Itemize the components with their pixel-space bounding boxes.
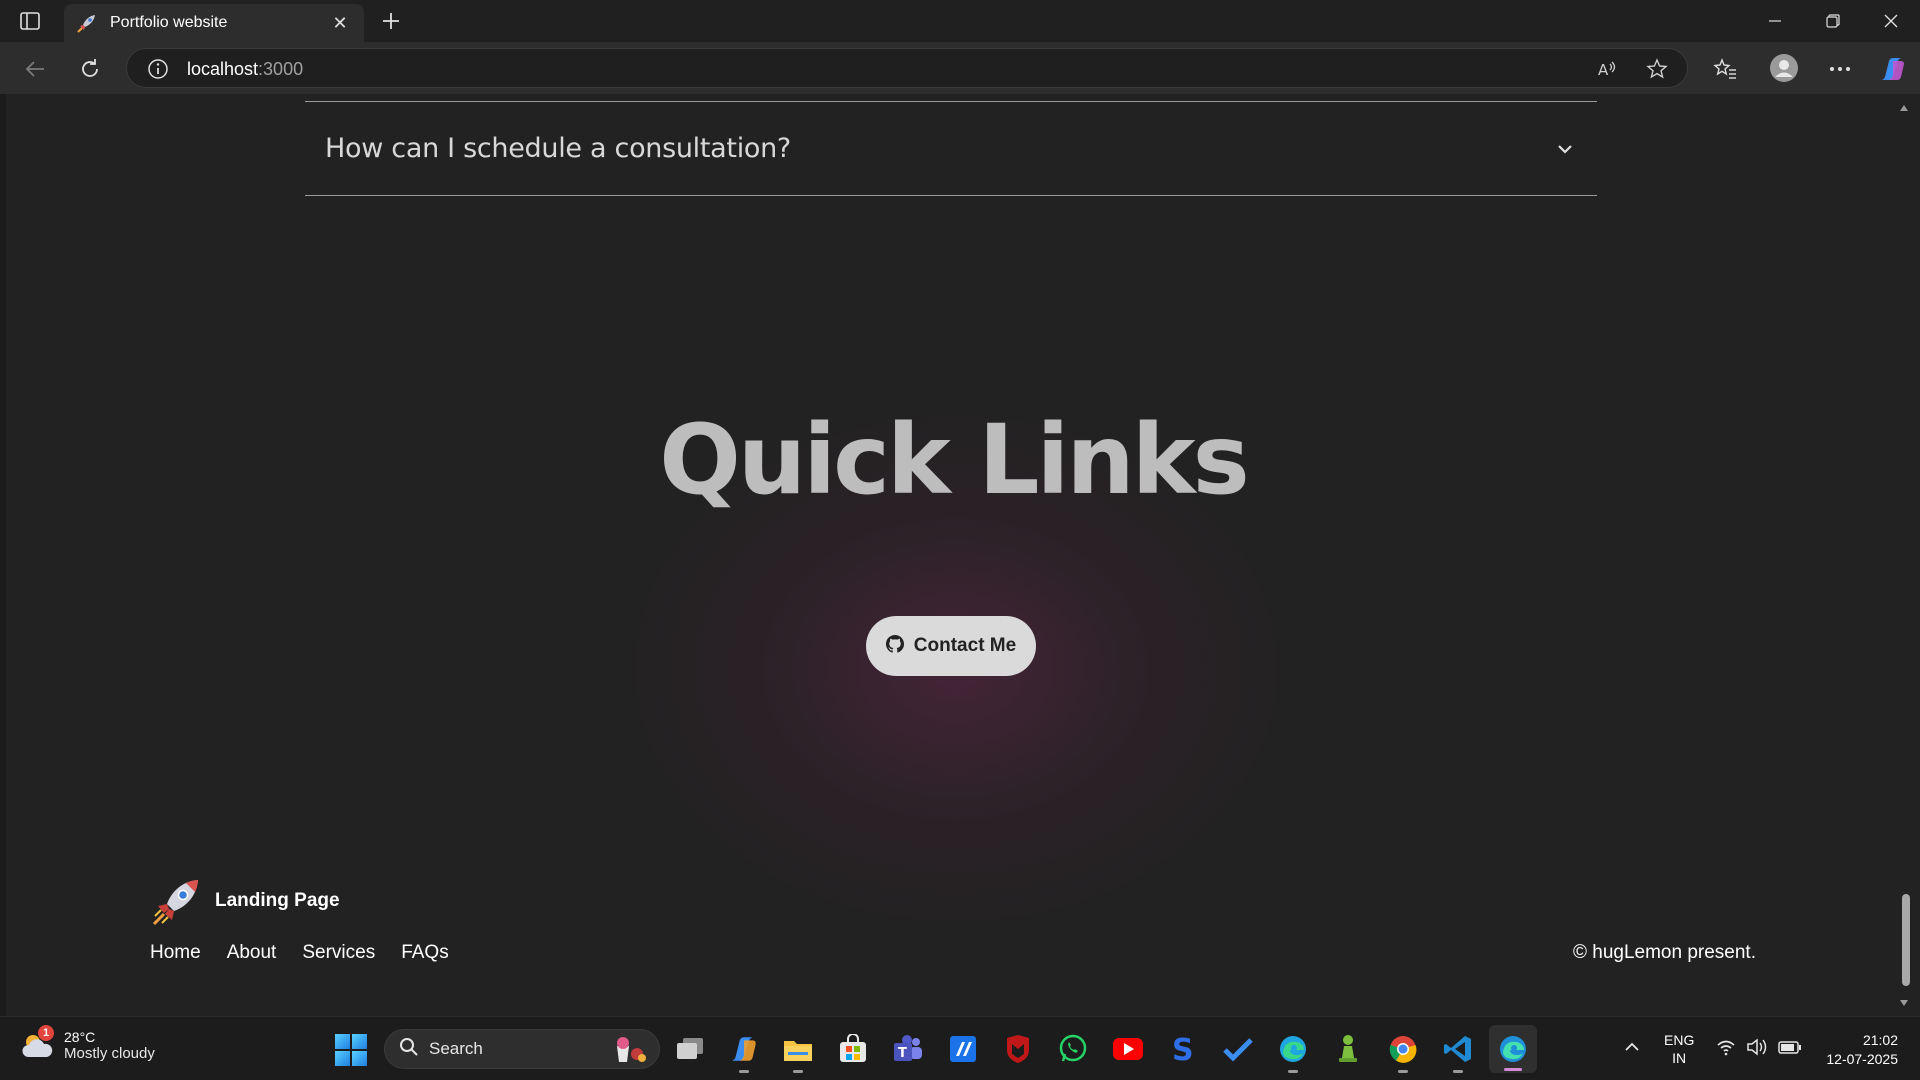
weather-widget[interactable]: 1 28°C Mostly cloudy bbox=[20, 1025, 155, 1063]
browser-tab-bar: Portfolio website ✕ bbox=[0, 0, 1920, 42]
youtube-icon[interactable] bbox=[1110, 1031, 1146, 1067]
clock-date: 12-07-2025 bbox=[1826, 1051, 1898, 1067]
address-bar[interactable]: localhost:3000 A bbox=[126, 48, 1688, 88]
svg-text:S: S bbox=[1172, 1034, 1194, 1064]
footer-copyright: © hugLemon present. bbox=[1572, 942, 1756, 963]
url-host: localhost bbox=[187, 59, 259, 79]
section-title: Quick Links bbox=[659, 404, 1249, 516]
skype-s-icon[interactable]: S bbox=[1165, 1031, 1201, 1067]
taskbar-search[interactable]: Search bbox=[384, 1029, 660, 1069]
tab-title: Portfolio website bbox=[110, 14, 228, 31]
page-scrollbar[interactable] bbox=[1900, 94, 1920, 1016]
search-icon bbox=[399, 1037, 419, 1062]
mcafee-icon[interactable] bbox=[1000, 1031, 1036, 1067]
tab-close-icon[interactable]: ✕ bbox=[328, 11, 352, 35]
new-tab-icon[interactable] bbox=[378, 8, 404, 34]
windows-start-icon[interactable] bbox=[334, 1033, 368, 1067]
windows-taskbar: 1 28°C Mostly cloudy Search T S ENG IN 2… bbox=[0, 1016, 1920, 1080]
github-icon bbox=[885, 634, 904, 658]
teams-icon[interactable]: T bbox=[890, 1031, 926, 1067]
app-running-indicator bbox=[793, 1070, 803, 1073]
footer-link-about[interactable]: About bbox=[227, 942, 277, 964]
back-icon[interactable] bbox=[20, 54, 50, 84]
taskbar-clock[interactable]: 21:02 12-07-2025 bbox=[1826, 1031, 1898, 1069]
copilot-app-icon[interactable] bbox=[726, 1031, 762, 1073]
cloudy-weather-icon: 1 bbox=[20, 1025, 56, 1063]
file-explorer-icon[interactable] bbox=[780, 1031, 816, 1073]
faq-question: How can I schedule a consultation? bbox=[325, 133, 791, 164]
wifi-icon[interactable] bbox=[1716, 1037, 1736, 1062]
clock-time: 21:02 bbox=[1862, 1032, 1898, 1048]
app-running-indicator bbox=[1453, 1070, 1463, 1073]
minimize-icon[interactable] bbox=[1746, 0, 1804, 42]
todo-icon[interactable] bbox=[1220, 1031, 1256, 1067]
task-view-icon[interactable] bbox=[672, 1031, 708, 1067]
lang-secondary: IN bbox=[1672, 1050, 1687, 1066]
favorite-star-icon[interactable] bbox=[1645, 57, 1669, 81]
lang-primary: ENG bbox=[1664, 1032, 1695, 1048]
app-running-indicator bbox=[1398, 1070, 1408, 1073]
contact-button-label: Contact Me bbox=[913, 635, 1017, 656]
weather-temp: 28°C bbox=[64, 1028, 96, 1045]
url-text[interactable]: localhost:3000 bbox=[187, 59, 303, 80]
footer-link-home[interactable]: Home bbox=[150, 942, 201, 964]
chevron-down-icon[interactable] bbox=[1553, 137, 1577, 161]
page-viewport: How can I schedule a consultation? Quick… bbox=[6, 94, 1900, 1016]
profile-avatar-icon[interactable] bbox=[1768, 52, 1800, 84]
edge-dev-icon[interactable] bbox=[1489, 1025, 1537, 1073]
microsoft-store-icon[interactable] bbox=[835, 1031, 871, 1067]
volume-icon[interactable] bbox=[1746, 1037, 1768, 1062]
restore-icon[interactable] bbox=[1804, 0, 1862, 42]
close-window-icon[interactable] bbox=[1862, 0, 1920, 42]
battery-icon[interactable] bbox=[1778, 1037, 1802, 1062]
tab-portfolio[interactable]: Portfolio website ✕ bbox=[64, 4, 364, 42]
contact-me-button[interactable]: Contact Me bbox=[866, 616, 1036, 676]
read-aloud-icon[interactable]: A bbox=[1595, 57, 1619, 81]
footer-nav: Home About Services FAQs bbox=[150, 942, 449, 964]
url-port: :3000 bbox=[258, 59, 304, 79]
rocket-icon bbox=[76, 12, 98, 34]
footer-link-services[interactable]: Services bbox=[302, 942, 375, 964]
faq-item[interactable]: How can I schedule a consultation? bbox=[305, 102, 1597, 196]
chess-icon[interactable] bbox=[1330, 1031, 1366, 1067]
more-options-icon[interactable] bbox=[1825, 54, 1855, 84]
svg-text:A: A bbox=[1598, 61, 1609, 79]
app-running-indicator bbox=[739, 1070, 749, 1073]
app-active-indicator bbox=[1504, 1068, 1522, 1071]
editor-app-icon[interactable] bbox=[945, 1031, 981, 1067]
chrome-icon[interactable] bbox=[1385, 1031, 1421, 1073]
app-running-indicator bbox=[1288, 1070, 1298, 1073]
favorites-icon[interactable] bbox=[1710, 54, 1740, 84]
footer-link-faqs[interactable]: FAQs bbox=[401, 942, 449, 964]
vscode-icon[interactable] bbox=[1440, 1031, 1476, 1073]
system-tray[interactable] bbox=[1716, 1037, 1802, 1062]
show-hidden-icons-chevron-icon[interactable] bbox=[1622, 1037, 1646, 1061]
search-label: Search bbox=[429, 1039, 483, 1058]
weather-desc: Mostly cloudy bbox=[64, 1044, 155, 1062]
browser-toolbar: localhost:3000 A bbox=[0, 42, 1920, 94]
scroll-up-icon[interactable] bbox=[1899, 100, 1909, 111]
edge-icon[interactable] bbox=[1275, 1031, 1311, 1073]
copilot-icon[interactable] bbox=[1878, 54, 1908, 84]
scroll-down-icon[interactable] bbox=[1899, 995, 1909, 1006]
svg-text:T: T bbox=[898, 1046, 907, 1061]
whatsapp-icon[interactable] bbox=[1055, 1031, 1091, 1067]
rocket-logo-icon[interactable] bbox=[150, 876, 202, 928]
scroll-thumb[interactable] bbox=[1902, 894, 1910, 986]
footer-brand[interactable]: Landing Page bbox=[215, 890, 340, 912]
tab-actions-icon[interactable] bbox=[14, 9, 46, 33]
site-info-icon[interactable] bbox=[147, 58, 169, 80]
refresh-icon[interactable] bbox=[75, 54, 105, 84]
weather-alert-badge: 1 bbox=[38, 1025, 54, 1041]
language-indicator[interactable]: ENG IN bbox=[1664, 1031, 1694, 1067]
search-highlight-icon bbox=[609, 1034, 649, 1064]
